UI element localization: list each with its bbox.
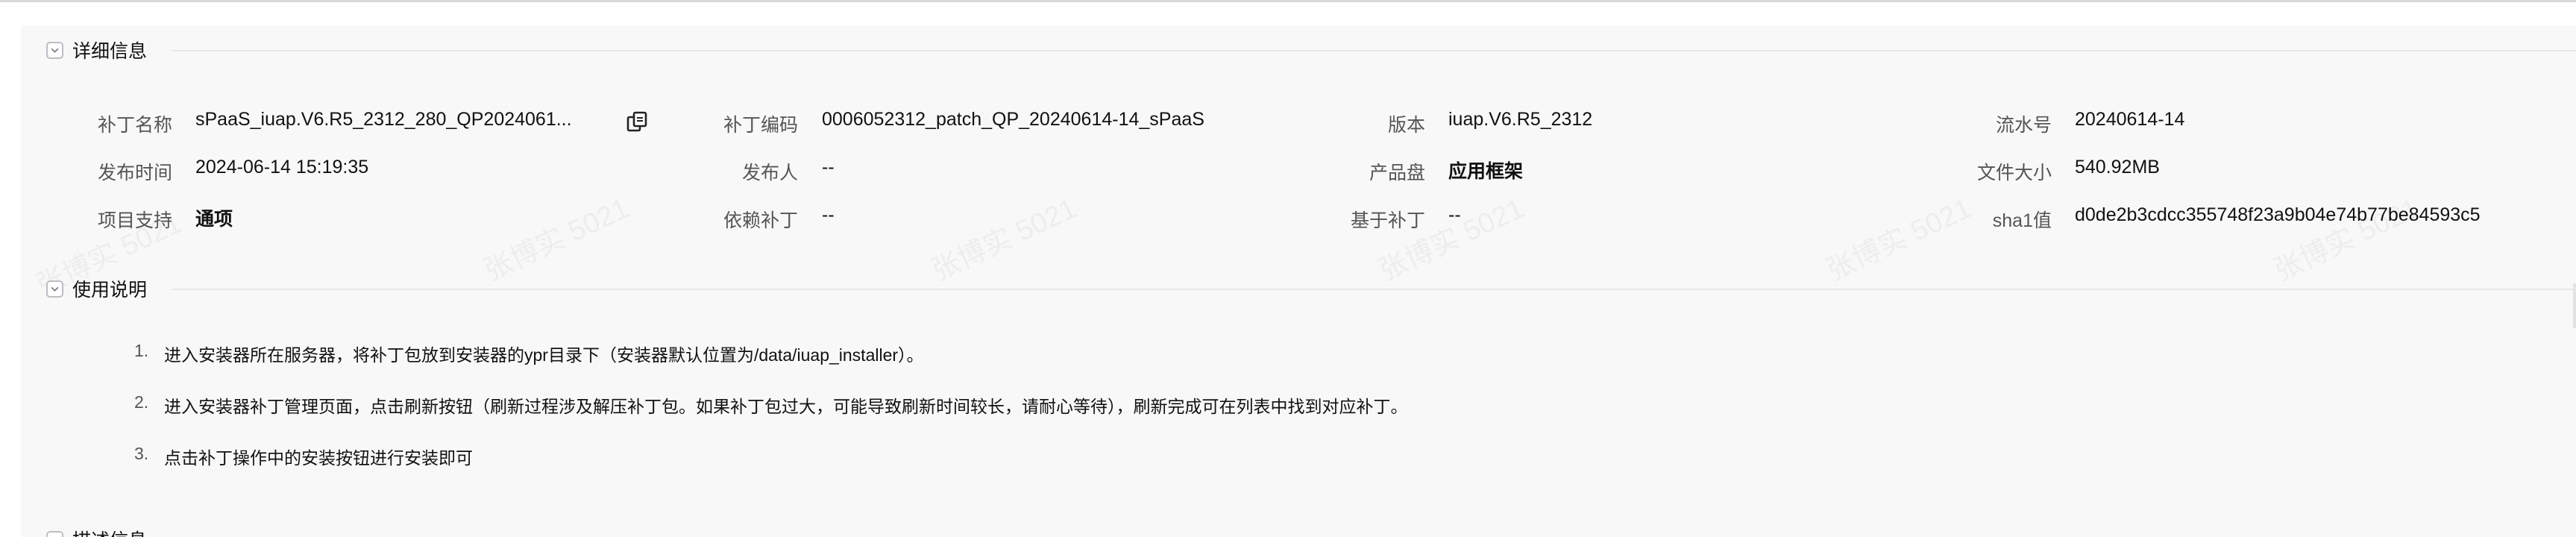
usage-step: 2. 进入安装器补丁管理页面，点击刷新按钮（刷新过程涉及解压补丁包。如果补丁包过…	[134, 392, 1408, 418]
base-patch-label: 基于补丁	[1350, 210, 1425, 231]
section-description-header[interactable]: 描述信息	[46, 528, 147, 537]
scrollbar[interactable]	[2573, 283, 2576, 328]
step-text: 点击补丁操作中的安装按钮进行安装即可	[164, 448, 473, 468]
publisher-value: --	[822, 157, 835, 178]
serial-label: 流水号	[1995, 115, 2052, 136]
chevron-down-icon[interactable]	[46, 530, 63, 537]
step-text: 进入安装器所在服务器，将补丁包放到安装器的ypr目录下（安装器默认位置为/dat…	[164, 345, 924, 365]
patch-name-value: sPaaS_iuap.V6.R5_2312_280_QP2024061...	[195, 109, 572, 130]
step-number: 1.	[134, 341, 149, 360]
chevron-down-icon[interactable]	[46, 280, 63, 298]
project-support-label: 项目支持	[97, 210, 172, 231]
product-disk-label: 产品盘	[1369, 163, 1425, 183]
section-usage-header[interactable]: 使用说明	[46, 277, 148, 301]
sha1-label: sha1值	[1992, 210, 2052, 231]
chevron-down-icon[interactable]	[46, 41, 63, 59]
section-title: 描述信息	[72, 526, 147, 537]
serial-value: 20240614-14	[2075, 109, 2185, 130]
section-details-header[interactable]: 详细信息	[46, 39, 148, 62]
publisher-label: 发布人	[741, 163, 798, 183]
depends-label: 依赖补丁	[723, 210, 798, 231]
step-number: 3.	[134, 444, 149, 463]
depends-value: --	[822, 204, 835, 225]
top-divider	[0, 0, 2576, 2]
usage-step: 1. 进入安装器所在服务器，将补丁包放到安装器的ypr目录下（安装器默认位置为/…	[134, 341, 924, 366]
step-number: 2.	[134, 392, 149, 412]
section-divider	[172, 50, 2576, 51]
base-patch-value: --	[1448, 204, 1461, 225]
file-size-value: 540.92MB	[2075, 157, 2160, 178]
patch-code-label: 补丁编码	[723, 115, 798, 136]
section-divider	[172, 289, 2576, 290]
publish-time-label: 发布时间	[97, 163, 172, 183]
patch-code-value: 0006052312_patch_QP_20240614-14_sPaaS	[822, 109, 1204, 130]
project-support-value: 通项	[195, 209, 233, 230]
copy-icon[interactable]	[625, 110, 650, 136]
sha1-value: d0de2b3cdcc355748f23a9b04e74b77be84593c5	[2075, 204, 2481, 225]
step-text: 进入安装器补丁管理页面，点击刷新按钮（刷新过程涉及解压补丁包。如果补丁包过大，可…	[164, 397, 1408, 416]
usage-step: 3. 点击补丁操作中的安装按钮进行安装即可	[134, 444, 473, 469]
patch-name-label: 补丁名称	[97, 115, 172, 136]
section-title: 详细信息	[72, 41, 148, 62]
version-label: 版本	[1387, 115, 1425, 136]
product-disk-value: 应用框架	[1448, 161, 1524, 182]
version-value: iuap.V6.R5_2312	[1448, 109, 1593, 130]
section-title: 使用说明	[72, 280, 148, 301]
file-size-label: 文件大小	[1976, 163, 2052, 183]
publish-time-value: 2024-06-14 15:19:35	[195, 157, 369, 178]
